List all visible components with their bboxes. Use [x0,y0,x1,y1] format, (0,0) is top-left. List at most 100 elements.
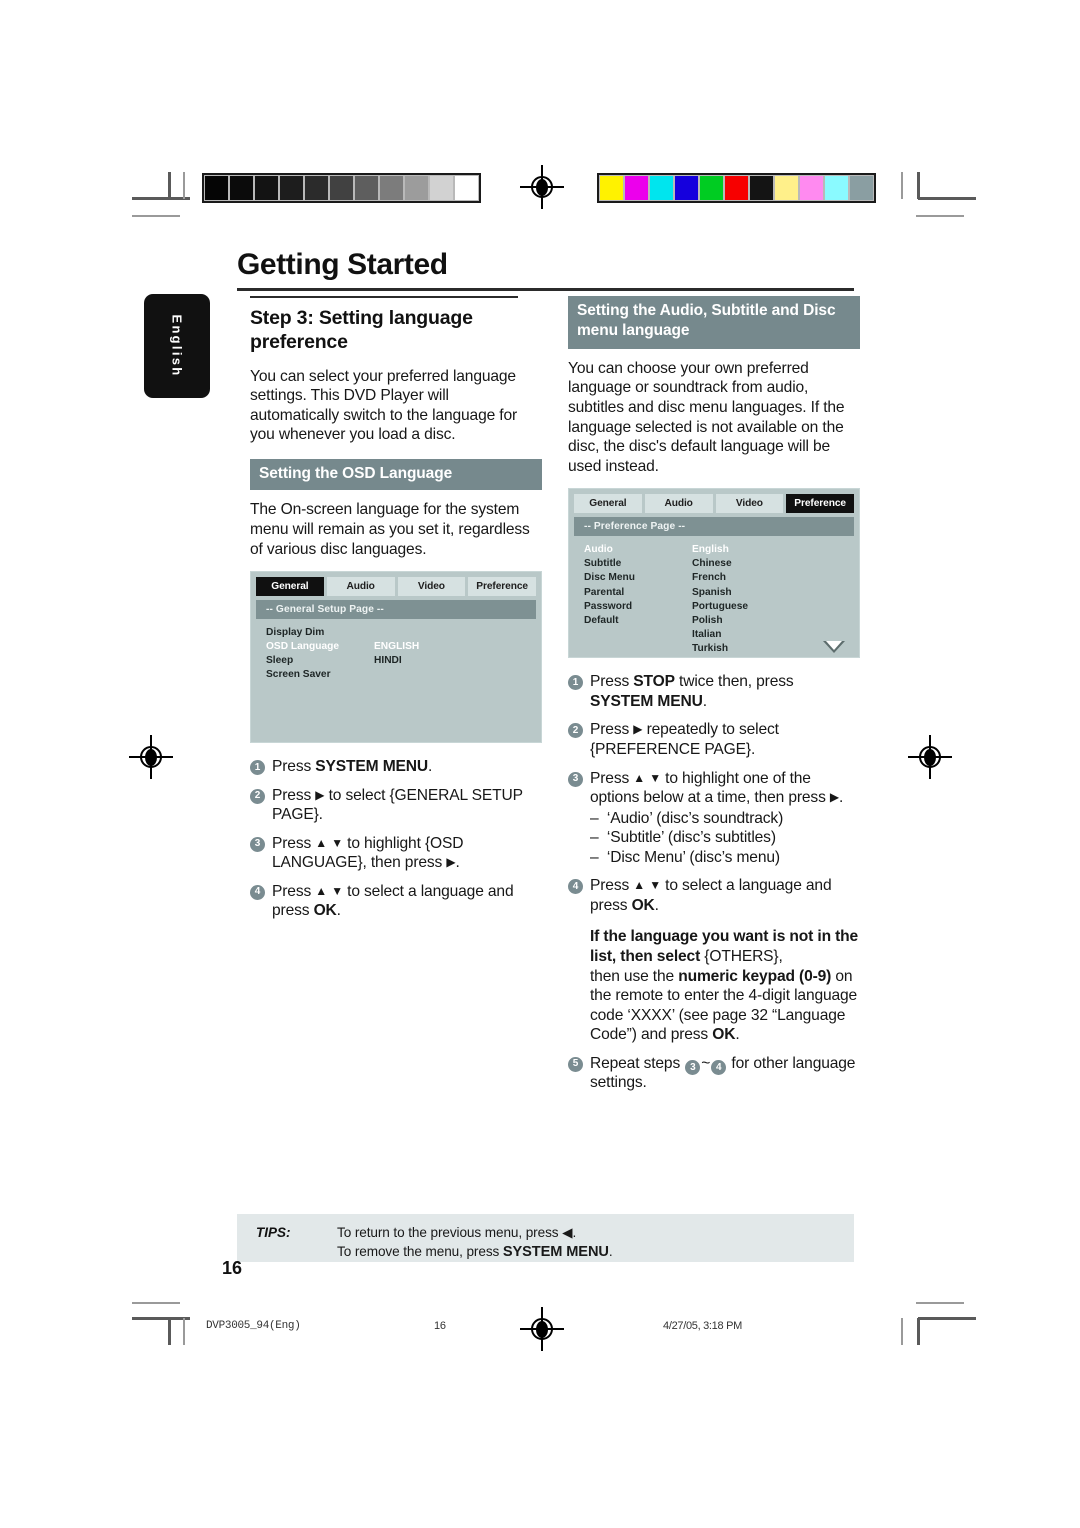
crop-mark-bottom-right-h [918,1317,976,1320]
step-number-badge: 1 [250,760,265,776]
instruction-step: 2 Press ▶ repeatedly to select {PREFERENC… [568,720,860,759]
color-swatch [849,175,874,201]
osd-row-key: Parental [584,586,625,598]
osd-row-key: Screen Saver [266,669,331,681]
footer-filename: DVP3005_94(Eng) [206,1320,301,1332]
crop-mark-bottom-right-v [917,1318,920,1345]
osd-row[interactable]: Audio English [584,543,854,557]
step-text: Press ▶ to select {GENERAL SETUP PAGE}. [272,786,523,824]
grayscale-swatch [304,175,329,201]
osd-row[interactable]: OSD Language ENGLISH [266,640,536,654]
osd-tab-preference[interactable]: Preference [786,494,854,514]
crop-mark-top-right-bleed-v [901,172,903,199]
color-swatch [824,175,849,201]
osd-row[interactable]: Screen Saver [266,668,536,682]
color-swatch [724,175,749,201]
grayscale-calibration-bar [202,173,481,203]
crop-mark-top-right-v [917,172,920,199]
printed-page: Getting Started English Step 3: Setting … [0,0,1080,1528]
osd-row[interactable]: Parental Spanish [584,586,854,600]
osd-row[interactable]: Default Polish [584,614,854,628]
tips-label: TIPS: [256,1225,291,1240]
language-side-tab: English [144,294,210,398]
osd-row[interactable]: Italian [584,628,854,642]
step-text: Repeat steps 3 ~4 for other language sett… [590,1054,856,1092]
instruction-step: 4 Press ▲ ▼ to select a language and pres… [250,882,542,921]
crop-mark-bottom-left-h [132,1317,190,1320]
osd-tab-general[interactable]: General [574,494,642,514]
crop-mark-top-left-h [132,197,190,200]
instruction-step: 1 Press SYSTEM MENU. [250,757,542,777]
osd-row[interactable]: Password Portuguese [584,600,854,614]
step-number-badge: 3 [568,771,583,787]
grayscale-swatch [229,175,254,201]
osd-row[interactable]: Turkish [584,642,854,656]
registration-mark-right [908,735,952,779]
osd-row-value: Chinese [692,558,732,570]
step-number-badge: 5 [568,1056,583,1072]
instruction-step: 3 Press ▲ ▼ to highlight one of the optio… [568,769,860,868]
scroll-down-arrow-icon [823,640,845,653]
color-swatch [774,175,799,201]
grayscale-swatch [404,175,429,201]
step-text: Press ▲ ▼ to highlight {OSD LANGUAGE}, t… [272,834,464,872]
osd-tab-video[interactable]: Video [715,494,784,514]
footer-timestamp: 4/27/05, 3:18 PM [663,1320,742,1332]
left-section-banner: Setting the OSD Language [250,458,542,491]
osd-row-value: Turkish [692,642,729,654]
osd-tab-general[interactable]: General [256,577,324,597]
osd-screenshot-preference: General Audio Video Preference -- Preferenc… [568,488,860,659]
osd-row-key: Audio [584,544,613,556]
left-intro-paragraph: You can select your preferred language s… [250,367,518,444]
step-text: Press ▲ ▼ to select a language and press… [590,877,859,1044]
color-swatch [699,175,724,201]
grayscale-swatch [454,175,479,201]
osd-row-key: Sleep [266,655,294,667]
registration-mark-left [129,735,173,779]
step-text: Press SYSTEM MENU. [272,758,433,776]
osd-row[interactable]: Display Dim [266,626,536,640]
crop-mark-top-left-v [168,172,171,199]
osd-row[interactable]: Disc Menu French [584,571,854,585]
osd-page-bar-preference: -- Preference Page -- [574,517,854,537]
color-swatch [649,175,674,201]
osd-rows-general: Display Dim OSD Language ENGLISH Sleep HINDI… [256,619,536,682]
osd-row-value: Italian [692,628,722,640]
osd-row-key: OSD Language [266,641,340,653]
title-divider [237,288,854,291]
tips-box: TIPS: To return to the previous menu, pr… [237,1214,854,1262]
osd-row-key: Disc Menu [584,572,635,584]
left-osd-paragraph: The On-screen language for the system me… [250,501,530,558]
grayscale-swatch [329,175,354,201]
osd-row-key: Display Dim [266,627,325,639]
grayscale-swatch [429,175,454,201]
osd-row-key: Default [584,614,619,626]
right-intro-paragraph: You can choose your own preferred langua… [568,359,845,475]
right-section-banner: Setting the Audio, Subtitle and Disc men… [568,296,860,349]
osd-row-key [584,628,692,642]
left-column: Step 3: Setting language preference You … [250,296,542,921]
color-calibration-bar [597,173,876,203]
osd-row-key [584,642,692,656]
osd-row-value: Polish [692,614,723,626]
left-arrow-icon: ◀ [562,1225,573,1240]
osd-tab-preference[interactable]: Preference [468,577,536,597]
color-swatch [749,175,774,201]
osd-tab-audio[interactable]: Audio [644,494,713,514]
osd-row[interactable]: Sleep HINDI [266,654,536,668]
osd-tab-video[interactable]: Video [397,577,466,597]
step-text: Press ▲ ▼ to highlight one of the option… [590,769,844,866]
left-step-list: 1 Press SYSTEM MENU. 2 Press ▶ to select {G… [250,757,542,921]
osd-row-key: Password [584,600,633,612]
step-text: Press ▲ ▼ to select a language and press… [272,882,514,920]
crop-mark-bottom-right-bleed-h [916,1302,964,1304]
osd-row[interactable]: Subtitle Chinese [584,557,854,571]
page-number: 16 [222,1258,243,1278]
grayscale-swatch [279,175,304,201]
crop-mark-top-left-bleed-h [132,215,180,217]
color-swatch [674,175,699,201]
osd-row-value: English [692,544,729,556]
osd-tab-audio[interactable]: Audio [326,577,395,597]
tips-body: To return to the previous menu, press ◀.… [337,1225,613,1261]
osd-row-value: French [692,572,726,584]
